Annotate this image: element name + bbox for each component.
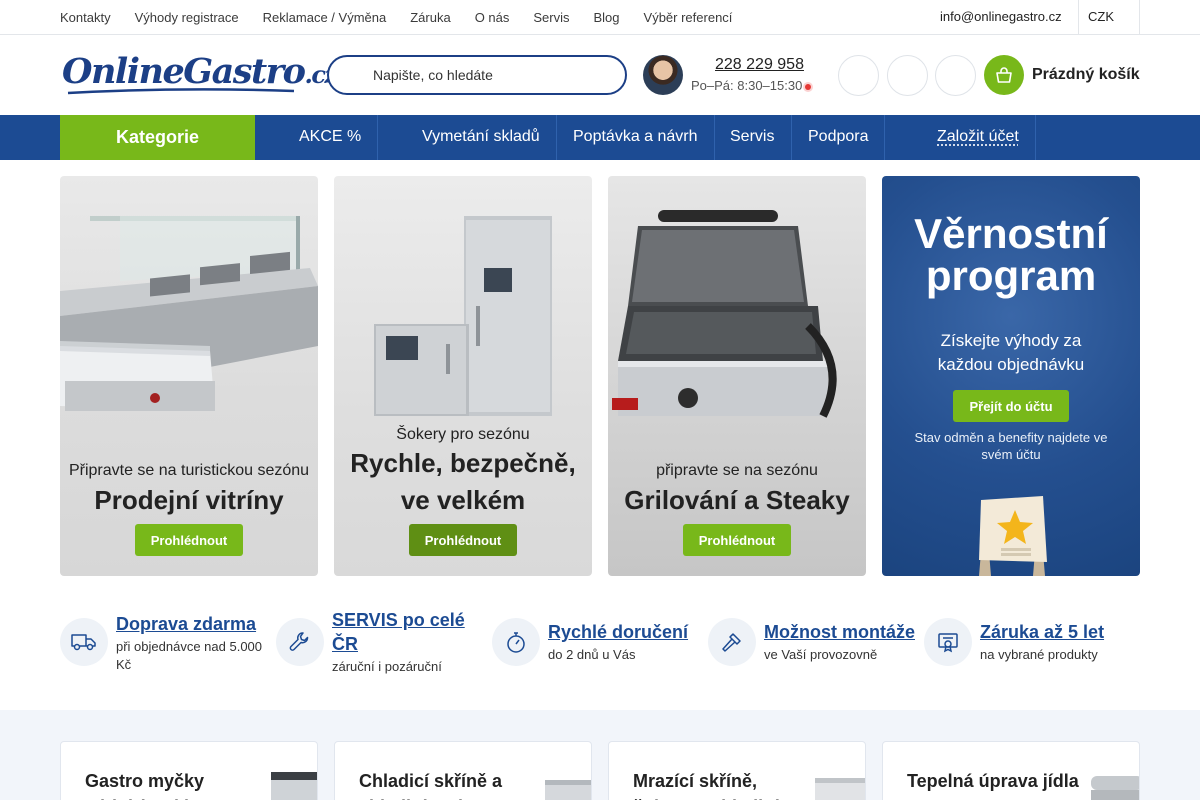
search-input[interactable] <box>373 67 613 83</box>
display-case-image <box>60 216 318 411</box>
cart-button[interactable] <box>984 55 1024 95</box>
link-o-nas[interactable]: O nás <box>475 10 510 25</box>
category-card-mrazici[interactable]: Mrazící skříně, šokery a chladicí <box>608 741 866 800</box>
category-title: Gastro myčky nádobí a skla <box>85 771 205 800</box>
cart-label[interactable]: Prázdný košík <box>1032 66 1140 84</box>
promo-card-grilovani[interactable]: připravte se na sezónu Grilování a Steak… <box>608 176 866 576</box>
favorites-button[interactable] <box>887 55 928 96</box>
nav-divider <box>714 115 715 160</box>
promo-card-vitriny[interactable]: Připravte se na turistickou sezónu Prode… <box>60 176 318 576</box>
loyalty-title: Věrnostní program <box>914 210 1108 299</box>
categories-button[interactable]: Kategorie <box>60 115 255 160</box>
promo-pretitle: Připravte se na turistickou sezónu <box>68 462 310 479</box>
category-title: Tepelná úprava jídla <box>907 771 1079 791</box>
promo-headline: Prodejní vitríny <box>94 485 284 515</box>
benefit-subtitle: na vybrané produkty <box>980 647 1098 662</box>
benefit-subtitle: ve Vaší provozovně <box>764 647 878 662</box>
link-zaruka[interactable]: Záruka <box>410 10 450 25</box>
link-vyhody-registrace[interactable]: Výhody registrace <box>135 10 239 25</box>
benefit-doruceni: Rychlé doručení do 2 dnů u Vás <box>492 612 702 682</box>
loyalty-subtitle: Získejte výhody za každou objednávku <box>937 331 1085 374</box>
promo-cta-button[interactable]: Prohlédnout <box>135 524 243 556</box>
freezer-image <box>815 778 865 800</box>
benefit-title[interactable]: SERVIS po celé ČR <box>332 608 482 656</box>
basket-icon <box>996 67 1012 83</box>
category-card-chladici[interactable]: Chladicí skříně a chladicí stoly <box>334 741 592 800</box>
logo[interactable]: OnlineGastro.cz <box>62 51 338 97</box>
contact-avatar <box>643 55 683 95</box>
main-nav: Kategorie AKCE % Vymetání skladů Poptávk… <box>0 115 1200 160</box>
promo-card-sokery[interactable]: Šokery pro sezónu Rychle, bezpečně, ve v… <box>334 176 592 576</box>
promo-headline: Grilování a Steaky <box>624 485 850 515</box>
link-kontakty[interactable]: Kontakty <box>60 10 111 25</box>
top-links: Kontakty Výhody registrace Reklamace / V… <box>60 0 756 34</box>
nav-divider <box>377 115 378 160</box>
benefit-title[interactable]: Rychlé doručení <box>548 620 688 644</box>
loyalty-cta-button[interactable]: Přejít do účtu <box>953 390 1069 422</box>
benefit-subtitle: do 2 dnů u Vás <box>548 647 636 662</box>
dishwasher-image <box>271 772 317 800</box>
benefit-title[interactable]: Doprava zdarma <box>116 612 256 636</box>
opening-hours-text: Po–Pá: 8:30–15:30 <box>691 78 803 93</box>
nav-item-akce[interactable]: AKCE % <box>299 115 361 160</box>
status-dot-icon <box>805 83 812 90</box>
nav-divider <box>1035 115 1036 160</box>
promo-cta-button[interactable]: Prohlédnout <box>409 524 517 556</box>
nav-divider <box>556 115 557 160</box>
link-blog[interactable]: Blog <box>594 10 620 25</box>
truck-icon <box>60 618 108 666</box>
blast-chiller-image <box>374 216 552 416</box>
nav-item-poptavka[interactable]: Poptávka a návrh <box>573 115 698 160</box>
nav-item-vymetani-skladu[interactable]: Vymetání skladů <box>422 115 540 160</box>
certificate-icon <box>924 618 972 666</box>
hammer-icon <box>708 618 756 666</box>
promo-cta-button[interactable]: Prohlédnout <box>683 524 791 556</box>
benefit-zaruka: Záruka až 5 let na vybrané produkty <box>924 612 1140 682</box>
phone-link[interactable]: 228 229 958 <box>715 56 804 74</box>
cooking-equipment-image <box>1091 776 1139 800</box>
benefit-subtitle: při objednávce nad 5.000 Kč <box>116 639 263 672</box>
nav-divider <box>884 115 885 160</box>
promo-pretitle: Šokery pro sezónu <box>396 426 530 443</box>
benefit-servis: SERVIS po celé ČR záruční i pozáruční <box>276 610 486 682</box>
award-sign-icon <box>979 496 1047 576</box>
contact-grill-image <box>612 210 837 418</box>
link-servis[interactable]: Servis <box>533 10 569 25</box>
promo-headline: Rychle, bezpečně, ve velkém <box>350 448 576 515</box>
link-reklamace[interactable]: Reklamace / Výměna <box>263 10 387 25</box>
opening-hours: Po–Pá: 8:30–15:30 <box>691 78 812 93</box>
user-account-button[interactable] <box>935 55 976 96</box>
compare-button[interactable] <box>838 55 879 96</box>
loyalty-program-card: Věrnostní program Získejte výhody za kaž… <box>882 176 1140 576</box>
promo-pretitle: připravte se na sezónu <box>656 462 818 479</box>
benefit-title[interactable]: Možnost montáže <box>764 620 915 644</box>
logo-main: OnlineGastro <box>62 51 306 92</box>
logo-swoosh-icon <box>67 88 295 95</box>
benefit-montaz: Možnost montáže ve Vaší provozovně <box>708 612 922 682</box>
category-card-mycky[interactable]: Gastro myčky nádobí a skla <box>60 741 318 800</box>
header: OnlineGastro.cz 228 229 958 Po–Pá: 8:30–… <box>0 35 1200 115</box>
category-title: Chladicí skříně a chladicí stoly <box>359 771 503 800</box>
benefit-title[interactable]: Záruka až 5 let <box>980 620 1104 644</box>
nav-divider <box>791 115 792 160</box>
currency-selector[interactable]: CZK <box>1078 0 1140 34</box>
fridge-image <box>545 780 591 800</box>
wrench-icon <box>276 618 324 666</box>
benefit-doprava: Doprava zdarma při objednávce nad 5.000 … <box>60 612 270 682</box>
logo-text: OnlineGastro.cz <box>62 51 338 92</box>
category-title: Mrazící skříně, šokery a chladicí <box>633 771 778 800</box>
email-link[interactable]: info@onlinegastro.cz <box>940 9 1062 24</box>
nav-item-servis[interactable]: Servis <box>730 115 774 160</box>
create-account-link[interactable]: Založit účet <box>937 115 1019 160</box>
link-vyber-referenci[interactable]: Výběr referencí <box>644 10 733 25</box>
stopwatch-icon <box>492 618 540 666</box>
benefit-subtitle: záruční i pozáruční <box>332 659 442 674</box>
loyalty-note: Stav odměn a benefity najdete ve svém úč… <box>914 430 1108 462</box>
search-box <box>327 55 627 95</box>
nav-item-podpora[interactable]: Podpora <box>808 115 869 160</box>
top-bar: Kontakty Výhody registrace Reklamace / V… <box>0 0 1200 35</box>
category-card-tepelna-uprava[interactable]: Tepelná úprava jídla <box>882 741 1140 800</box>
